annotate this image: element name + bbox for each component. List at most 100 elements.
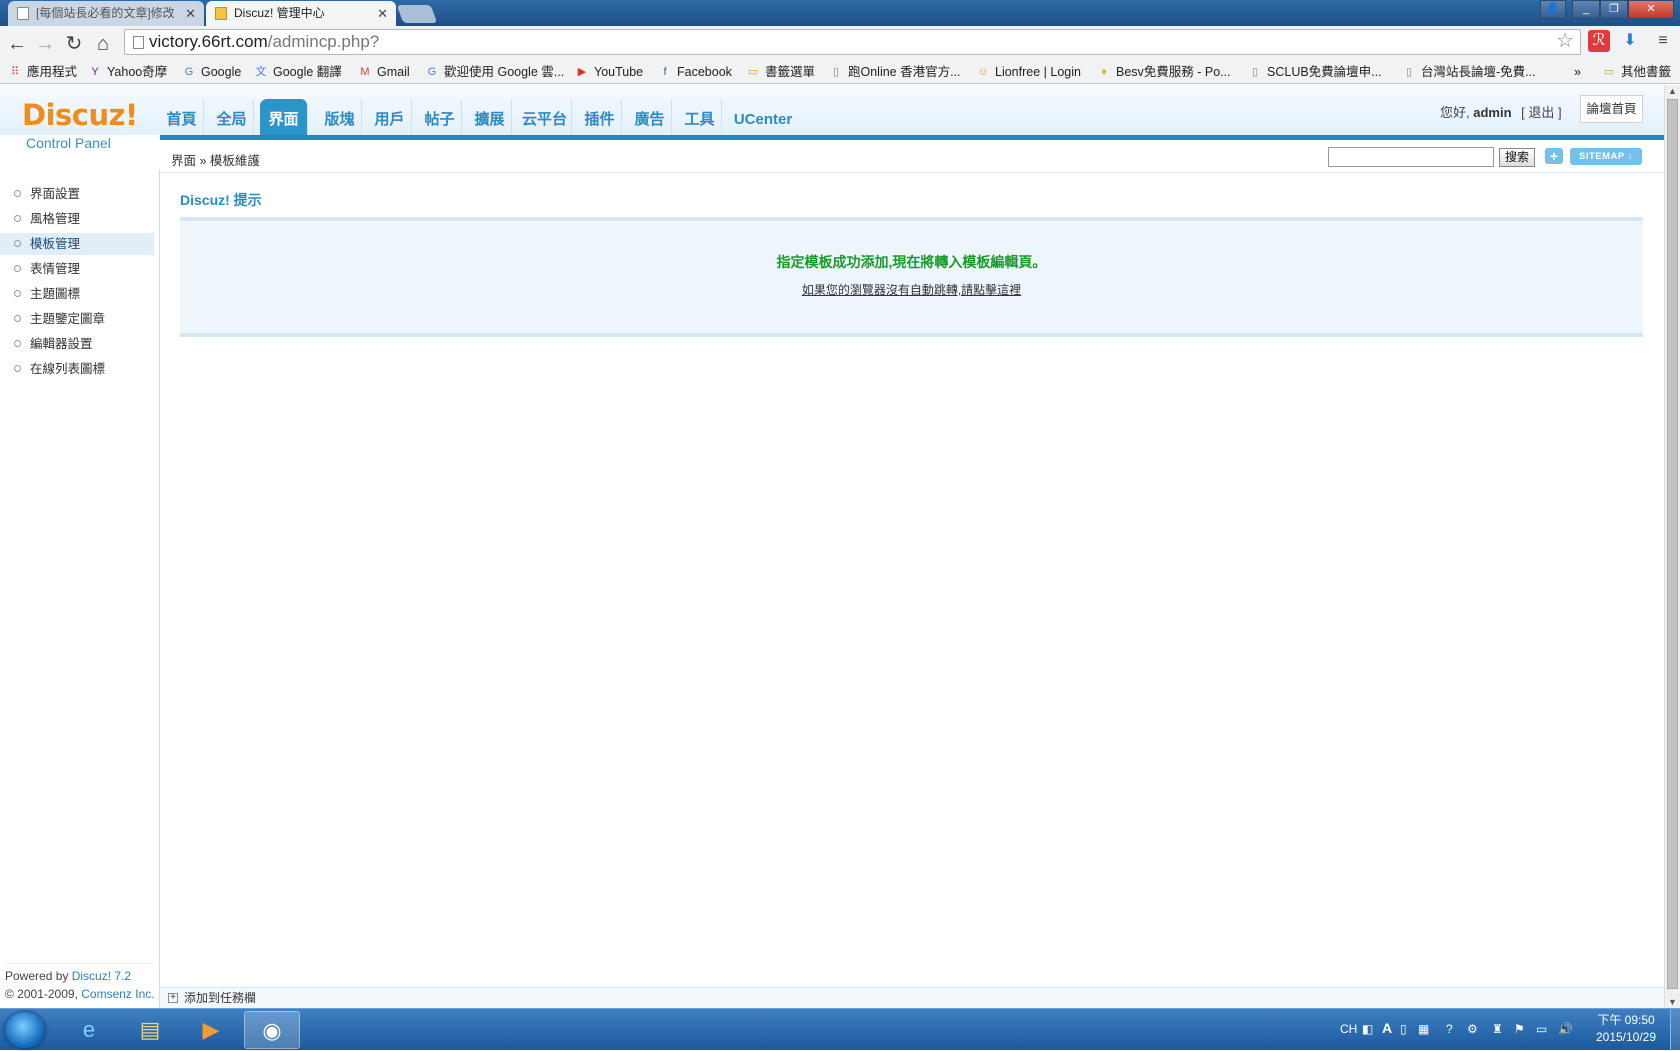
bookmarks-overflow-button[interactable]: » [1574, 64, 1581, 80]
bookmark-label: 跑Online 香港官方... [848, 65, 961, 79]
browser-tab-1[interactable]: [每個站長必看的文章]修改 ✕ [8, 1, 204, 26]
new-tab-button[interactable] [396, 5, 438, 23]
maximize-button[interactable]: ❐ [1600, 0, 1628, 19]
keyboard-icon[interactable]: ▦ [1418, 1022, 1429, 1036]
nav-tab-1[interactable]: 全局 [210, 99, 254, 135]
logout-link[interactable]: [ 退出 ] [1521, 105, 1561, 120]
bookmark-item[interactable]: Y Yahoo奇摩 [88, 64, 167, 80]
nav-tab-7[interactable]: 云平台 [518, 99, 572, 135]
ime-icon[interactable]: ◧ [1362, 1022, 1373, 1036]
minimize-button[interactable]: _ [1572, 0, 1600, 19]
search-button[interactable]: 搜索 [1499, 148, 1535, 167]
sidebar-item-label: 模板管理 [30, 237, 81, 251]
sidebar-item-label: 在線列表圖標 [30, 362, 106, 376]
network-icon[interactable]: ▭ [1536, 1022, 1547, 1036]
chrome-icon[interactable]: ◉ [244, 1011, 300, 1049]
nav-tab-5[interactable]: 帖子 [418, 99, 462, 135]
nav-tab-11[interactable]: UCenter [728, 99, 798, 135]
back-arrow-icon[interactable]: ← [5, 32, 29, 56]
language-indicator[interactable]: CH [1340, 1022, 1357, 1036]
nav-tab-0[interactable]: 首頁 [160, 99, 204, 135]
url-path: /admincp.php? [267, 32, 380, 51]
volume-icon[interactable]: 🔊 [1558, 1022, 1573, 1036]
bullet-icon [14, 315, 21, 322]
media-player-icon[interactable]: ▶ [183, 1011, 239, 1049]
close-tab-icon[interactable]: ✕ [185, 1, 196, 26]
comsenz-link[interactable]: Comsenz Inc. [81, 987, 154, 1001]
bookmark-item[interactable]: ▭ 書籤選單 [746, 64, 815, 80]
sidebar-item[interactable]: 界面設置 [0, 183, 154, 205]
sidebar-item[interactable]: 主題鑒定圖章 [0, 308, 154, 330]
bookmark-star-icon[interactable]: ☆ [1556, 29, 1574, 53]
tip-title: Discuz! 提示 [180, 192, 262, 208]
file-explorer-icon[interactable]: ▤ [122, 1011, 178, 1049]
bookmark-item[interactable]: ♦ Besv免費服務 - Po... [1097, 64, 1230, 80]
greeting: 您好, [1440, 105, 1470, 120]
show-desktop-button[interactable] [1670, 1009, 1680, 1051]
nav-tab-4[interactable]: 用戶 [368, 99, 412, 135]
pdf-extension-icon[interactable]: ℛ [1588, 30, 1610, 52]
sidebar-item[interactable]: 表情管理 [0, 258, 154, 280]
bookmark-item[interactable]: ☺ Lionfree | Login [976, 64, 1081, 80]
close-tab-icon[interactable]: ✕ [377, 1, 388, 26]
discuz-favicon-icon [215, 7, 227, 20]
sidebar-item[interactable]: 在線列表圖標 [0, 358, 154, 380]
tab-title: [每個站長必看的文章]修改 [36, 6, 175, 20]
sidebar-item[interactable]: 編輯器設置 [0, 333, 154, 355]
window-icon[interactable]: ▯ [1400, 1022, 1407, 1036]
settings-icon[interactable]: ⚙ [1467, 1022, 1478, 1036]
menu-icon[interactable]: ≡ [1652, 30, 1674, 52]
bookmark-item[interactable]: ▯ SCLUB免費論壇申... [1248, 64, 1382, 80]
sitemap-button[interactable]: SITEMAP ↓ [1570, 148, 1642, 165]
antivirus-icon[interactable]: ♜ [1492, 1022, 1503, 1036]
bookmark-item[interactable]: M Gmail [358, 64, 409, 80]
flag-icon[interactable]: ⚑ [1514, 1022, 1525, 1036]
bookmark-item[interactable]: f Facebook [658, 64, 731, 80]
page-scrollbar[interactable]: ▲ ▼ [1664, 85, 1680, 1008]
clock-time: 下午 09:50 [1597, 1013, 1655, 1027]
bookmark-item[interactable]: G 歡迎使用 Google 雲... [425, 64, 564, 80]
user-profile-icon[interactable]: 👤 [1540, 0, 1566, 19]
sidebar-item[interactable]: 主題圖標 [0, 283, 154, 305]
forum-home-button[interactable]: 論壇首頁 [1580, 95, 1643, 123]
bookmark-item[interactable]: ▯ 跑Online 香港官方... [829, 64, 961, 80]
nav-tab-9[interactable]: 廣告 [628, 99, 672, 135]
nav-tab-3[interactable]: 版塊 [318, 99, 362, 135]
system-clock[interactable]: 下午 09:50 2015/10/29 [1586, 1012, 1666, 1046]
home-icon[interactable]: ⌂ [91, 32, 115, 56]
sidebar-item-label: 主題圖標 [30, 287, 81, 301]
start-button[interactable] [5, 1012, 45, 1048]
nav-tab-8[interactable]: 插件 [578, 99, 622, 135]
font-icon[interactable]: A [1382, 1020, 1392, 1036]
google-icon: G [427, 66, 437, 78]
scroll-up-icon[interactable]: ▲ [1668, 86, 1677, 96]
nav-tab-2[interactable]: 界面 [260, 99, 308, 135]
nav-tab-10[interactable]: 工具 [678, 99, 722, 135]
nav-tab-6[interactable]: 擴展 [468, 99, 512, 135]
sidebar-item[interactable]: 風格管理 [0, 208, 154, 230]
address-bar[interactable]: victory.66rt.com/admincp.php? ☆ [124, 29, 1581, 55]
sidebar-item-label: 表情管理 [30, 262, 81, 276]
bookmark-item[interactable]: ⠿ 應用程式 [8, 64, 77, 80]
scroll-thumb[interactable] [1667, 99, 1678, 989]
internet-explorer-icon[interactable]: e [61, 1011, 117, 1049]
redirect-link[interactable]: 如果您的瀏覽器沒有自動跳轉,請點擊這裡 [180, 281, 1643, 298]
search-input[interactable] [1328, 147, 1494, 167]
scroll-down-icon[interactable]: ▼ [1668, 997, 1677, 1007]
add-shortcut-button[interactable]: + [1545, 148, 1563, 164]
discuz-link[interactable]: Discuz! 7.2 [72, 969, 131, 983]
bookmark-item[interactable]: G Google [182, 64, 242, 80]
download-icon[interactable]: ⬇ [1619, 30, 1641, 52]
close-window-button[interactable]: ✕ [1628, 0, 1674, 19]
bookmark-item[interactable]: 文 Google 翻譯 [254, 64, 342, 80]
add-to-taskbar[interactable]: + 添加到任務欄 [160, 987, 1664, 1008]
bookmark-item[interactable]: ▶ YouTube [575, 64, 643, 80]
reload-icon[interactable]: ↻ [62, 32, 86, 56]
help-icon[interactable]: ? [1446, 1022, 1453, 1036]
bookmark-item[interactable]: ▯ 台灣站長論壇-免費... [1402, 64, 1536, 80]
forward-arrow-icon[interactable]: → [33, 32, 57, 56]
other-bookmarks-folder[interactable]: ▭ 其他書籤 [1602, 64, 1671, 80]
sidebar-item[interactable]: 模板管理 [0, 233, 154, 255]
tip-box: 指定模板成功添加,現在將轉入模板編輯頁。 如果您的瀏覽器沒有自動跳轉,請點擊這裡 [180, 217, 1643, 337]
browser-tab-2[interactable]: Discuz! 管理中心 ✕ [206, 1, 396, 26]
